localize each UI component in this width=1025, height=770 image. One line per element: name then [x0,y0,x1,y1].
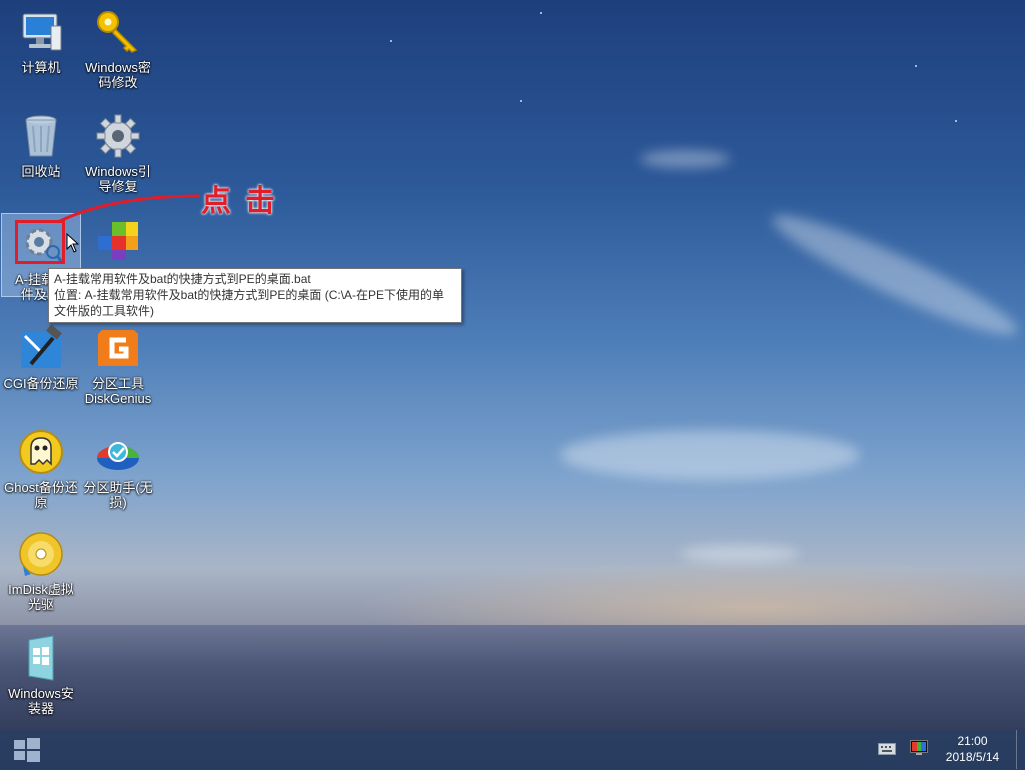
icon-label: 原 [34,495,48,510]
cloud [764,199,1025,351]
star [520,100,522,102]
icon-label: DiskGenius [84,391,152,406]
icon-label: Ghost备份还 [4,480,78,495]
sea [0,625,1025,730]
cloud [640,150,730,168]
tooltip-location: 位置: A-挂载常用软件及bat的快捷方式到PE的桌面 (C:\A-在PE下使用… [54,288,445,302]
desktop-icon-diskgenius[interactable]: 分区工具 DiskGenius [79,318,157,406]
icon-label: CGI备份还原 [3,376,79,391]
show-desktop-button[interactable] [1016,730,1025,769]
desktop-icon-ghost-backup[interactable]: Ghost备份还 原 [2,422,80,510]
taskbar: 21:00 2018/5/14 [0,730,1025,769]
tooltip-location-cont: 文件版的工具软件) [54,304,154,318]
icon-label: 损) [109,495,127,510]
icon-label: 分区工具 [91,376,144,391]
keyboard-icon[interactable] [878,742,896,755]
tooltip: A-挂载常用软件及bat的快捷方式到PE的桌面.bat 位置: A-挂载常用软件… [48,268,462,323]
desktop-icon-imdisk[interactable]: ImDisk虚拟 光驱 [2,524,80,612]
mouse-cursor-icon [66,233,80,253]
star [915,65,917,67]
diskgenius-icon [94,324,142,372]
windows-start-icon[interactable] [12,735,42,765]
clock-time: 21:00 [957,734,988,748]
cgi-hammer-icon [17,324,65,372]
clock-date: 2018/5/14 [945,750,1000,764]
ghost-icon [17,428,65,476]
desktop-icon-windows-installer[interactable]: Windows安 装器 [2,628,80,716]
cloud [560,430,860,480]
system-clock[interactable]: 21:00 2018/5/14 [935,733,1010,765]
annotation-line [57,194,201,224]
star [540,12,542,14]
annotation-label: 点击 [201,185,289,218]
star [390,40,392,42]
partition-assistant-icon [94,428,142,476]
icon-label: Windows安 [8,686,74,701]
star [955,120,957,122]
tooltip-title: A-挂载常用软件及bat的快捷方式到PE的桌面.bat [54,272,311,286]
desktop-icon-cgi-backup[interactable]: CGI备份还原 [2,318,80,391]
icon-label: 装器 [27,701,54,716]
icon-label: ImDisk虚拟 [8,582,74,597]
icon-label: 分区助手(无 [83,480,153,495]
icon-label: 光驱 [27,597,54,612]
display-color-icon[interactable] [910,740,928,756]
desktop-icon-partition-assistant[interactable]: 分区助手(无 损) [79,422,157,510]
cloud [680,545,800,563]
cd-icon [17,530,65,578]
windows-installer-icon [17,634,65,682]
